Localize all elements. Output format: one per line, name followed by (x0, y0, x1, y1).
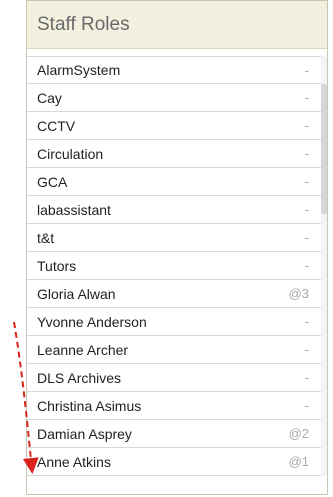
role-name: Damian Asprey (37, 425, 132, 442)
role-row[interactable]: Circulation - (27, 140, 321, 168)
role-count: - (304, 174, 309, 189)
role-count: - (304, 62, 309, 78)
role-count: - (304, 258, 309, 273)
role-count: - (304, 230, 309, 245)
role-count: @2 (288, 426, 309, 441)
role-name: t&t (37, 229, 55, 246)
role-row[interactable]: DLS Archives - (27, 364, 321, 392)
role-count: - (304, 202, 309, 217)
role-name: Cay (37, 89, 62, 106)
role-name: DLS Archives (37, 369, 122, 386)
role-name: labassistant (37, 201, 111, 218)
role-row[interactable]: Cay - (27, 84, 321, 112)
role-row[interactable]: t&t - (27, 224, 321, 252)
panel-header: Staff Roles (27, 1, 327, 49)
role-row[interactable]: Tutors - (27, 252, 321, 280)
role-name: Christina Asimus (37, 397, 142, 414)
role-row[interactable]: AlarmSystem - (27, 56, 321, 84)
role-count: - (304, 118, 309, 133)
role-row[interactable]: Leanne Archer - (27, 336, 321, 364)
role-name: GCA (37, 173, 68, 190)
role-row[interactable]: Damian Asprey @2 (27, 420, 321, 448)
role-count: - (304, 146, 309, 161)
role-row[interactable]: Yvonne Anderson - (27, 308, 321, 336)
role-count: - (304, 370, 309, 385)
role-name: Circulation (37, 145, 104, 162)
role-name: CCTV (37, 117, 76, 134)
role-name: Gloria Alwan (37, 285, 116, 302)
role-name: Anne Atkins (37, 453, 111, 470)
role-count: - (304, 398, 309, 413)
role-name: AlarmSystem (37, 62, 121, 78)
scrollbar-thumb[interactable] (321, 84, 327, 214)
role-row[interactable]: Christina Asimus - (27, 392, 321, 420)
role-name: Leanne Archer (37, 341, 129, 358)
scrollbar[interactable] (321, 56, 327, 476)
role-row[interactable]: CCTV - (27, 112, 321, 140)
role-count: - (304, 90, 309, 105)
role-name: Yvonne Anderson (37, 313, 147, 330)
role-row[interactable]: labassistant - (27, 196, 321, 224)
staff-roles-panel: Staff Roles AlarmSystem - Cay - CCTV - Circula… (26, 0, 328, 495)
role-count: @3 (288, 286, 309, 301)
role-row[interactable]: Gloria Alwan @3 (27, 280, 321, 308)
role-count: @1 (288, 454, 309, 469)
role-row[interactable]: GCA - (27, 168, 321, 196)
panel-title: Staff Roles (37, 13, 130, 35)
role-count: - (304, 342, 309, 357)
role-count: - (304, 314, 309, 329)
role-row[interactable]: Anne Atkins @1 (27, 448, 321, 476)
roles-list: AlarmSystem - Cay - CCTV - Circulation - GCA - lab… (27, 56, 321, 476)
role-name: Tutors (37, 257, 77, 274)
